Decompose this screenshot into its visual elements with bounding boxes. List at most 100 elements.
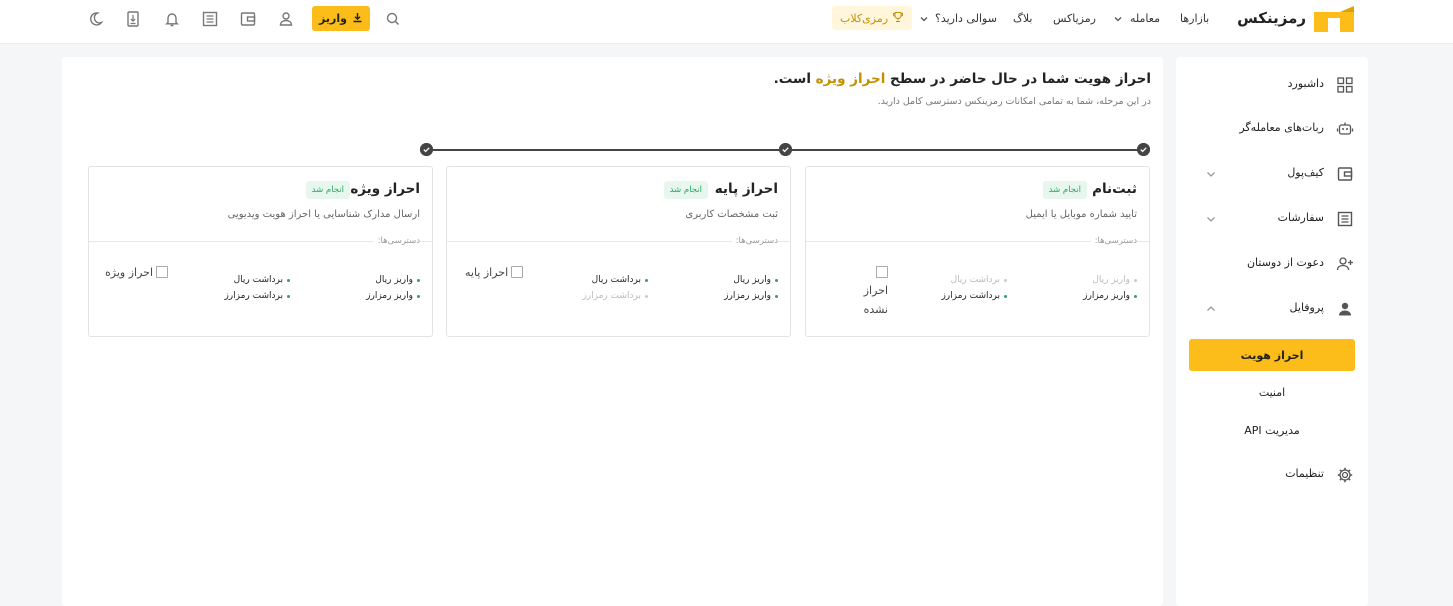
status-dot [287,294,290,298]
permission-label: برداشت ریال [950,275,1000,285]
permission-label: واریز ریال [1092,275,1130,285]
card-title: ثبت‌نام [1092,181,1137,197]
permission-label: برداشت رمزارز [224,291,283,301]
chevron-down-icon[interactable] [1112,13,1124,25]
sidebar-sub-kyc[interactable]: احراز هویت [1189,339,1355,371]
status-dot [1134,278,1137,282]
card-description: ارسال مدارک شناسایی یا احراز هویت ویدیوی… [227,209,420,220]
access-label: دسترسی‌ها: [731,236,778,246]
status-dot [1004,294,1007,298]
headline-end: است. [773,71,811,87]
level-image: احراز پایه [465,263,524,282]
dashboard-grid-icon [1336,76,1354,94]
card-description: ثبت مشخصات کاربری [685,209,778,220]
download-icon [352,12,363,26]
moon-icon[interactable] [86,10,104,28]
nav-markets[interactable]: بازارها [1180,12,1209,25]
sidebar-sub-security[interactable]: امنیت [1189,376,1355,408]
permission-label: واریز ریال [733,275,771,285]
card-title: احراز ویژه [350,181,420,197]
nav-questions[interactable]: سوالی دارید؟ [935,12,997,25]
sidebar-item-orders[interactable]: سفارشات [1176,197,1368,241]
level-image: احراز ویژه [105,263,168,282]
gear-icon [1336,466,1354,484]
chevron-up-icon[interactable] [1204,302,1218,316]
step-check-icon [779,143,792,156]
user-icon[interactable] [277,10,295,28]
status-badge: انجام شد [663,181,708,199]
kyc-card-special: احراز ویژه انجام شد ارسال مدارک شناسایی … [88,166,433,337]
permission-label: برداشت رمزارز [582,291,641,301]
brand-name[interactable]: رمزینکس [1220,9,1306,27]
page-subtitle: در این مرحله، شما به تمامی امکانات رمزین… [877,96,1151,107]
search-icon[interactable] [384,10,402,28]
step-check-icon [420,143,433,156]
ramzi-club-label: رمزی‌کلاب [839,11,889,25]
permission-item: برداشت ریال [592,275,648,285]
sidebar-item-wallet[interactable]: کیف‌پول [1176,152,1368,196]
status-dot [1004,278,1007,282]
wallet-icon[interactable] [239,10,257,28]
deposit-button[interactable]: واریز [312,6,370,31]
nav-trade[interactable]: معامله [1130,12,1160,25]
chevron-down-icon[interactable] [1204,167,1218,181]
transfer-icon[interactable] [124,10,142,28]
permission-item: برداشت ریال [951,275,1007,285]
image-alt-text: احراز نشده [863,284,888,316]
bell-icon[interactable] [163,10,181,28]
sidebar-item-label: کیف‌پول [1287,166,1324,179]
broken-image-icon [876,266,888,278]
permission-item: واریز ریال [375,275,420,285]
chevron-down-icon[interactable] [1204,212,1218,226]
wallet-icon [1336,165,1354,183]
permission-item: برداشت رمزارز [582,291,648,301]
permission-item: واریز رمزارز [1083,291,1137,301]
sidebar-item-label: تنظیمات [1285,467,1324,480]
add-user-icon [1336,255,1354,273]
permission-item: برداشت رمزارز [941,291,1007,301]
sidebar-item-robots[interactable]: ربات‌های معامله‌گر [1176,107,1368,151]
permission-label: برداشت ریال [233,275,283,285]
card-description: تایید شماره موبایل یا ایمیل [1025,209,1137,220]
sidebar-item-dashboard[interactable]: داشبورد [1176,63,1368,107]
headline-level: احراز ویژه [815,71,886,87]
status-dot [417,278,420,282]
sidebar-item-label: داشبورد [1287,77,1324,90]
kyc-card-signup: ثبت‌نام انجام شد تایید شماره موبایل یا ا… [805,166,1150,337]
sidebar-item-profile[interactable]: پروفایل [1176,287,1368,331]
sidebar-item-invite[interactable]: دعوت از دوستان [1176,242,1368,286]
broken-image-icon [156,266,168,278]
sidebar-sub-api[interactable]: مدیریت API [1189,414,1355,446]
status-dot [645,294,648,298]
sidebar: داشبورد ربات‌های معامله‌گر کیف‌پول سفارش… [1176,57,1368,606]
access-label: دسترسی‌ها: [1090,236,1137,246]
kyc-card-basic: احراز پایه انجام شد ثبت مشخصات کاربری دس… [446,166,791,337]
level-image: احراز نشده [840,263,888,319]
nav-ramzinex-token[interactable]: رمزیاکس [1053,12,1096,25]
top-bar: رمزینکس بازارها معامله رمزیاکس بلاگ سوال… [0,0,1453,44]
permission-label: واریز ریال [375,275,413,285]
orders-list-icon[interactable] [201,10,219,28]
status-dot [287,278,290,282]
step-check-icon [1137,143,1150,156]
sidebar-item-settings[interactable]: تنظیمات [1176,453,1368,497]
sidebar-item-label: سفارشات [1277,211,1324,224]
sidebar-item-label: پروفایل [1289,301,1324,314]
status-dot [775,278,778,282]
permission-item: واریز ریال [733,275,778,285]
permission-label: واریز رمزارز [1083,291,1130,301]
card-title: احراز پایه [714,181,778,197]
chevron-down-icon[interactable] [918,13,930,25]
permission-label: برداشت ریال [591,275,641,285]
permission-item: واریز ریال [1092,275,1137,285]
permission-label: برداشت رمزارز [941,291,1000,301]
orders-list-icon [1336,210,1354,228]
page-title: احراز هویت شما در حال حاضر در سطح احراز … [774,71,1151,87]
ramzinex-logo[interactable] [1314,6,1354,32]
status-dot [417,294,420,298]
trophy-icon [892,11,904,26]
status-badge: انجام شد [305,181,350,199]
deposit-label: واریز [319,12,347,25]
ramzi-club-button[interactable]: رمزی‌کلاب [832,6,912,30]
nav-blog[interactable]: بلاگ [1013,12,1032,25]
